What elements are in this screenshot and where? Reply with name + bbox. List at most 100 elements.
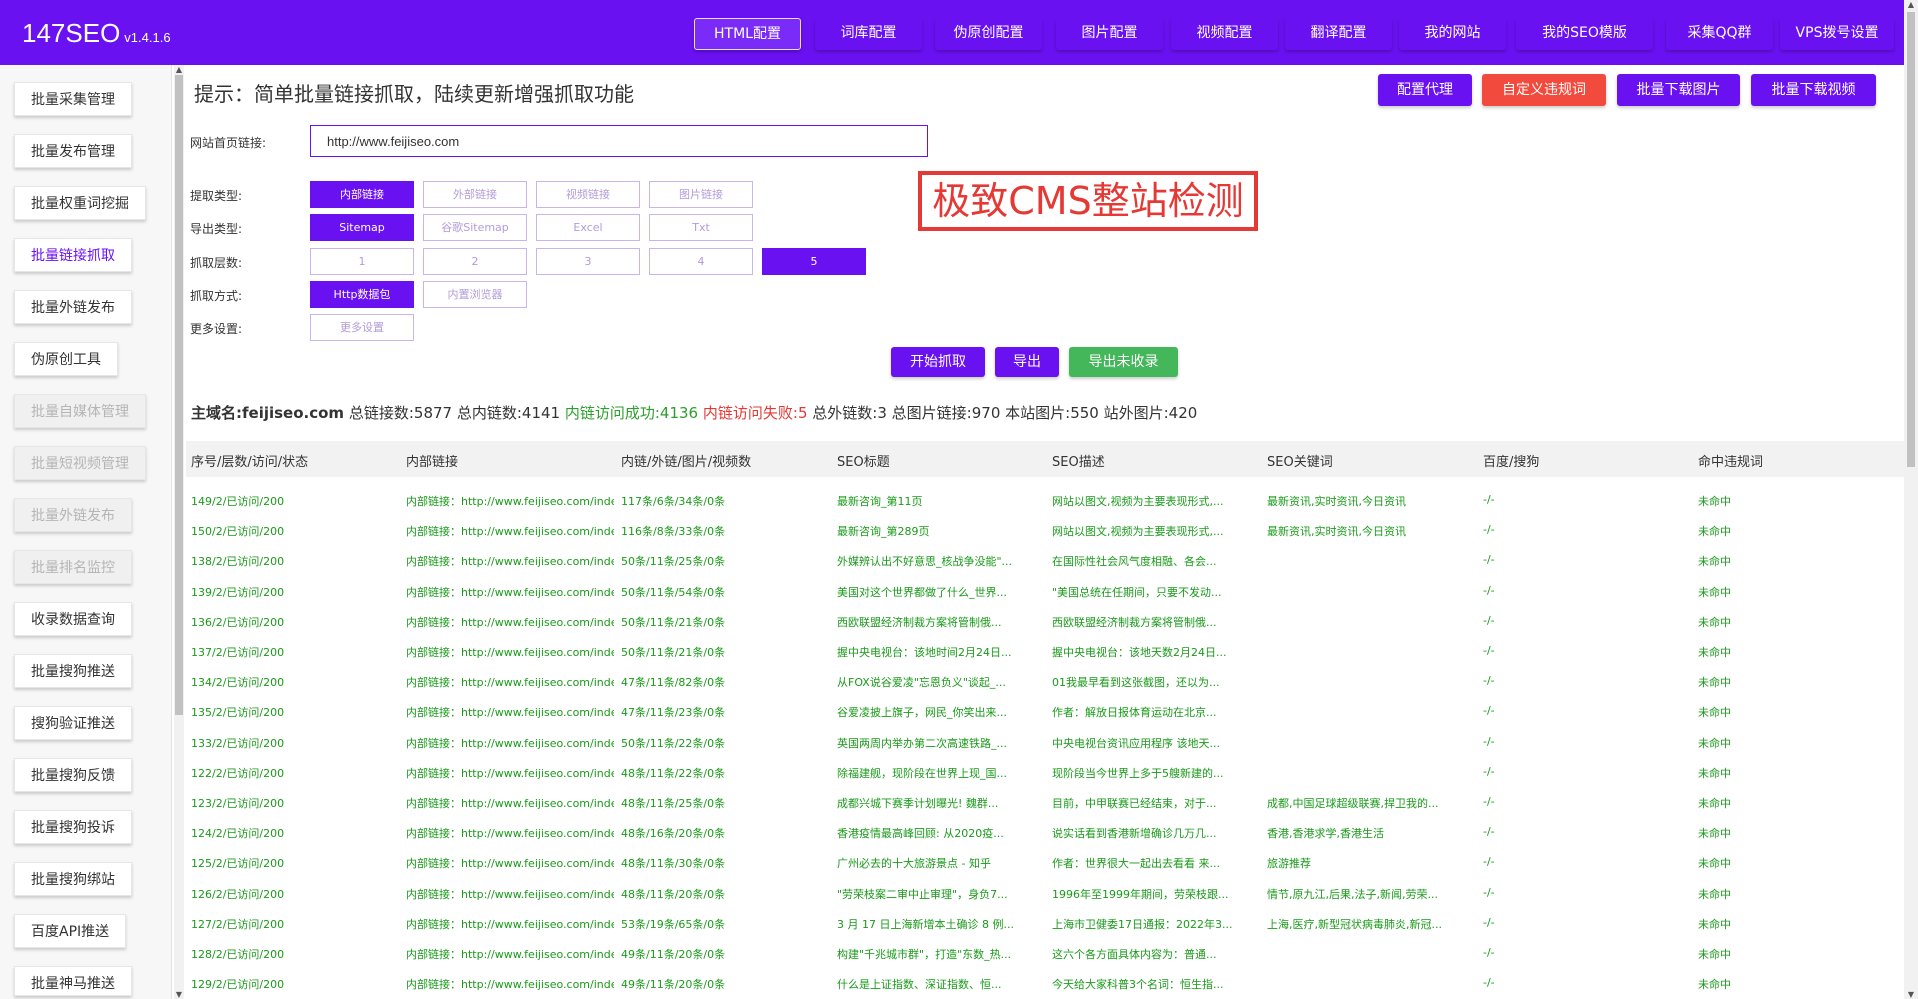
extract-type-external[interactable]: 外部链接: [423, 181, 527, 208]
table-row[interactable]: 150/2/已访问/200 内部链接：http://www.feijiseo.co…: [186, 516, 1904, 546]
nav-vps-dial-settings[interactable]: VPS拨号设置: [1780, 18, 1894, 50]
page-scroll-up-arrow-icon[interactable]: ▲: [1904, 0, 1918, 9]
table-row[interactable]: 126/2/已访问/200 内部链接：http://www.feijiseo.co…: [186, 879, 1904, 909]
extract-type-internal[interactable]: 内部链接: [310, 181, 414, 208]
cell-internal-link[interactable]: 内部链接：http://www.feijiseo.com/index: [406, 584, 614, 600]
depth-option-3[interactable]: 3: [536, 248, 640, 275]
homepage-url-input[interactable]: [310, 125, 928, 157]
sidebar-item-shenma-push[interactable]: 批量神马推送: [14, 966, 132, 996]
sidebar-item-pseudo-original-tool[interactable]: 伪原创工具: [14, 342, 118, 376]
cell-internal-link[interactable]: 内部链接：http://www.feijiseo.com/index: [406, 735, 614, 751]
sidebar-item-sogou-bind[interactable]: 批量搜狗绑站: [14, 862, 132, 896]
table-row[interactable]: 127/2/已访问/200 内部链接：http://www.feijiseo.co…: [186, 909, 1904, 939]
table-row[interactable]: 135/2/已访问/200 内部链接：http://www.feijiseo.co…: [186, 697, 1904, 727]
sidebar-item-rank-monitor[interactable]: 批量排名监控: [14, 550, 132, 584]
sidebar-item-sogou-complaint[interactable]: 批量搜狗投诉: [14, 810, 132, 844]
nav-lexicon-config[interactable]: 词库配置: [815, 18, 922, 50]
start-crawl-button[interactable]: 开始抓取: [891, 347, 985, 377]
sidebar-item-short-video[interactable]: 批量短视频管理: [14, 446, 146, 480]
cell-index: 125/2/已访问/200: [191, 857, 285, 871]
depth-option-4[interactable]: 4: [649, 248, 753, 275]
cell-internal-link[interactable]: 内部链接：http://www.feijiseo.com/index: [406, 493, 614, 509]
sidebar-item-batch-collect[interactable]: 批量采集管理: [14, 82, 132, 116]
table-row[interactable]: 125/2/已访问/200 内部链接：http://www.feijiseo.co…: [186, 848, 1904, 878]
depth-option-5[interactable]: 5: [762, 248, 866, 275]
sidebar-item-sogou-verify-push[interactable]: 搜狗验证推送: [14, 706, 132, 740]
table-row[interactable]: 122/2/已访问/200 内部链接：http://www.feijiseo.co…: [186, 758, 1904, 788]
cell-baidu-sogou: -/-: [1483, 915, 1495, 929]
nav-my-sites[interactable]: 我的网站: [1399, 18, 1506, 50]
cell-internal-link[interactable]: 内部链接：http://www.feijiseo.com/index: [406, 976, 614, 992]
export-type-excel[interactable]: Excel: [536, 214, 640, 241]
cell-seo-description: 网站以图文,视频为主要表现形式,...: [1052, 525, 1224, 539]
export-type-google-sitemap[interactable]: 谷歌Sitemap: [423, 214, 527, 241]
sidebar-item-index-query[interactable]: 收录数据查询: [14, 602, 132, 636]
method-builtin-browser[interactable]: 内置浏览器: [423, 281, 527, 308]
sidebar-item-self-media[interactable]: 批量自媒体管理: [14, 394, 146, 428]
table-row[interactable]: 136/2/已访问/200 内部链接：http://www.feijiseo.co…: [186, 607, 1904, 637]
table-row[interactable]: 138/2/已访问/200 内部链接：http://www.feijiseo.co…: [186, 546, 1904, 576]
table-row[interactable]: 134/2/已访问/200 内部链接：http://www.feijiseo.co…: [186, 667, 1904, 697]
more-settings-button[interactable]: 更多设置: [310, 314, 414, 341]
nav-pseudo-original-config[interactable]: 伪原创配置: [935, 18, 1042, 50]
nav-collect-qq-group[interactable]: 采集QQ群: [1666, 18, 1773, 50]
export-button[interactable]: 导出: [995, 347, 1059, 377]
batch-download-images-button[interactable]: 批量下载图片: [1617, 74, 1740, 106]
custom-violation-words-button[interactable]: 自定义违规词: [1482, 74, 1606, 106]
table-row[interactable]: 149/2/已访问/200 内部链接：http://www.feijiseo.co…: [186, 486, 1904, 516]
cell-internal-link[interactable]: 内部链接：http://www.feijiseo.com/index: [406, 614, 614, 630]
configure-proxy-button[interactable]: 配置代理: [1378, 74, 1472, 106]
nav-html-config[interactable]: HTML配置: [694, 18, 801, 50]
method-http-packet[interactable]: Http数据包: [310, 281, 414, 308]
sidebar-scroll-thumb[interactable]: [175, 75, 183, 715]
page-scroll-down-arrow-icon[interactable]: ▼: [1904, 990, 1918, 999]
cell-internal-link[interactable]: 内部链接：http://www.feijiseo.com/index: [406, 765, 614, 781]
table-row[interactable]: 139/2/已访问/200 内部链接：http://www.feijiseo.co…: [186, 577, 1904, 607]
sidebar-item-external-link-publish-2[interactable]: 批量外链发布: [14, 498, 132, 532]
table-row[interactable]: 133/2/已访问/200 内部链接：http://www.feijiseo.co…: [186, 728, 1904, 758]
cell-internal-link[interactable]: 内部链接：http://www.feijiseo.com/index: [406, 644, 614, 660]
cell-internal-link[interactable]: 内部链接：http://www.feijiseo.com/index: [406, 855, 614, 871]
export-type-txt[interactable]: Txt: [649, 214, 753, 241]
page-scrollbar[interactable]: ▲ ▼: [1904, 0, 1918, 999]
nav-translate-config[interactable]: 翻译配置: [1285, 18, 1392, 50]
sidebar-scrollbar[interactable]: ▲ ▼: [174, 65, 184, 999]
sidebar-item-link-crawl[interactable]: 批量链接抓取: [14, 238, 132, 272]
scroll-down-arrow-icon[interactable]: ▼: [174, 990, 184, 999]
nav-my-seo-templates[interactable]: 我的SEO模版: [1516, 18, 1653, 50]
extract-type-video[interactable]: 视频链接: [536, 181, 640, 208]
sidebar-item-baidu-api-push[interactable]: 百度API推送: [14, 914, 127, 948]
cell-internal-link[interactable]: 内部链接：http://www.feijiseo.com/index: [406, 674, 614, 690]
table-row[interactable]: 124/2/已访问/200 内部链接：http://www.feijiseo.co…: [186, 818, 1904, 848]
nav-video-config[interactable]: 视频配置: [1171, 18, 1278, 50]
export-type-sitemap[interactable]: Sitemap: [310, 214, 414, 241]
sidebar-item-external-link-publish[interactable]: 批量外链发布: [14, 290, 132, 324]
depth-option-1[interactable]: 1: [310, 248, 414, 275]
nav-image-config[interactable]: 图片配置: [1056, 18, 1163, 50]
cell-internal-link[interactable]: 内部链接：http://www.feijiseo.com/index: [406, 553, 614, 569]
cell-internal-link[interactable]: 内部链接：http://www.feijiseo.com/index: [406, 916, 614, 932]
cell-internal-link[interactable]: 内部链接：http://www.feijiseo.com/index: [406, 825, 614, 841]
cell-seo-keywords: 最新资讯,实时资讯,今日资讯: [1267, 495, 1406, 508]
depth-option-2[interactable]: 2: [423, 248, 527, 275]
table-row[interactable]: 129/2/已访问/200 内部链接：http://www.feijiseo.co…: [186, 969, 1904, 999]
sidebar-item-sogou-push[interactable]: 批量搜狗推送: [14, 654, 132, 688]
sidebar-item-keyword-mining[interactable]: 批量权重词挖掘: [14, 186, 146, 220]
table-row[interactable]: 137/2/已访问/200 内部链接：http://www.feijiseo.co…: [186, 637, 1904, 667]
cell-internal-link[interactable]: 内部链接：http://www.feijiseo.com/index: [406, 795, 614, 811]
export-unindexed-button[interactable]: 导出未收录: [1069, 347, 1178, 377]
cell-index: 127/2/已访问/200: [191, 917, 285, 931]
extract-type-image[interactable]: 图片链接: [649, 181, 753, 208]
batch-download-videos-button[interactable]: 批量下载视频: [1751, 74, 1876, 106]
table-row[interactable]: 128/2/已访问/200 内部链接：http://www.feijiseo.co…: [186, 939, 1904, 969]
cell-internal-link[interactable]: 内部链接：http://www.feijiseo.com/index: [406, 886, 614, 902]
site-images: 本站图片:550: [1005, 404, 1099, 422]
cell-internal-link[interactable]: 内部链接：http://www.feijiseo.com/index: [406, 523, 614, 539]
scroll-up-arrow-icon[interactable]: ▲: [174, 65, 184, 74]
sidebar-item-sogou-feedback[interactable]: 批量搜狗反馈: [14, 758, 132, 792]
page-scroll-thumb[interactable]: [1907, 12, 1915, 467]
sidebar-item-batch-publish[interactable]: 批量发布管理: [14, 134, 132, 168]
cell-internal-link[interactable]: 内部链接：http://www.feijiseo.com/index: [406, 946, 614, 962]
table-row[interactable]: 123/2/已访问/200 内部链接：http://www.feijiseo.co…: [186, 788, 1904, 818]
cell-internal-link[interactable]: 内部链接：http://www.feijiseo.com/index: [406, 704, 614, 720]
